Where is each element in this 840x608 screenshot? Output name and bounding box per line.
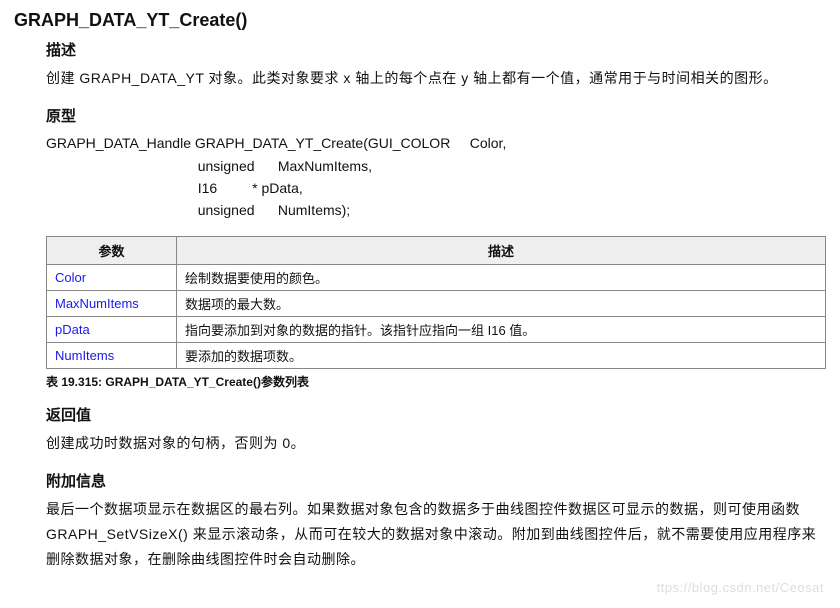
- param-name: pData: [47, 316, 177, 342]
- section-return: 返回值 创建成功时数据对象的句柄，否则为 0。: [46, 404, 826, 456]
- param-name: MaxNumItems: [47, 290, 177, 316]
- table-row: Color 绘制数据要使用的颜色。: [47, 264, 826, 290]
- heading-prototype: 原型: [46, 105, 826, 126]
- section-additional: 附加信息 最后一个数据项显示在数据区的最右列。如果数据对象包含的数据多于曲线图控…: [46, 470, 826, 573]
- col-header-desc: 描述: [177, 236, 826, 264]
- text-additional: 最后一个数据项显示在数据区的最右列。如果数据对象包含的数据多于曲线图控件数据区可…: [46, 497, 826, 573]
- section-prototype: 原型 GRAPH_DATA_Handle GRAPH_DATA_YT_Creat…: [46, 105, 826, 390]
- param-desc: 指向要添加到对象的数据的指针。该指针应指向一组 I16 值。: [177, 316, 826, 342]
- params-table: 参数 描述 Color 绘制数据要使用的颜色。 MaxNumItems 数据项的…: [46, 236, 826, 369]
- table-row: NumItems 要添加的数据项数。: [47, 342, 826, 368]
- page-title: GRAPH_DATA_YT_Create(): [14, 10, 826, 31]
- param-desc: 要添加的数据项数。: [177, 342, 826, 368]
- text-return: 创建成功时数据对象的句柄，否则为 0。: [46, 431, 826, 456]
- heading-additional: 附加信息: [46, 470, 826, 491]
- param-name: NumItems: [47, 342, 177, 368]
- table-caption: 表 19.315: GRAPH_DATA_YT_Create()参数列表: [46, 373, 826, 390]
- table-row: pData 指向要添加到对象的数据的指针。该指针应指向一组 I16 值。: [47, 316, 826, 342]
- text-description: 创建 GRAPH_DATA_YT 对象。此类对象要求 x 轴上的每个点在 y 轴…: [46, 66, 826, 91]
- code-prototype: GRAPH_DATA_Handle GRAPH_DATA_YT_Create(G…: [46, 132, 826, 222]
- heading-description: 描述: [46, 39, 826, 60]
- table-row: MaxNumItems 数据项的最大数。: [47, 290, 826, 316]
- param-desc: 绘制数据要使用的颜色。: [177, 264, 826, 290]
- param-desc: 数据项的最大数。: [177, 290, 826, 316]
- watermark-text: ttps://blog.csdn.net/Ceosat: [657, 580, 824, 595]
- param-name: Color: [47, 264, 177, 290]
- section-description: 描述 创建 GRAPH_DATA_YT 对象。此类对象要求 x 轴上的每个点在 …: [46, 39, 826, 91]
- heading-return: 返回值: [46, 404, 826, 425]
- col-header-param: 参数: [47, 236, 177, 264]
